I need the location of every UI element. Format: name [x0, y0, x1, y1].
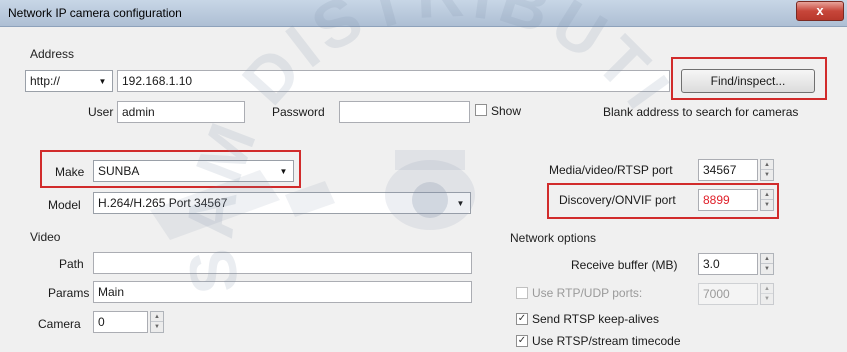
keepalive-checkbox[interactable]: ✓	[516, 313, 528, 325]
rtp-udp-checkbox[interactable]	[516, 287, 528, 299]
receive-buffer-value: 3.0	[703, 257, 720, 271]
checkmark-icon: ✓	[517, 313, 527, 324]
highlight-onvif-port	[547, 183, 779, 219]
chevron-down-icon: ▼	[456, 198, 465, 208]
camera-input[interactable]: 0	[93, 311, 148, 333]
down-arrow-icon[interactable]: ▼	[761, 294, 773, 304]
password-input[interactable]	[339, 101, 470, 123]
model-select[interactable]: H.264/H.265 Port 34567 ▼	[93, 192, 471, 214]
up-arrow-icon[interactable]: ▲	[151, 312, 163, 322]
protocol-value: http://	[30, 74, 61, 88]
camera-label: Camera	[38, 317, 81, 331]
address-section-label: Address	[30, 47, 75, 61]
video-section-label: Video	[30, 230, 61, 244]
down-arrow-icon[interactable]: ▼	[761, 170, 773, 180]
model-value: H.264/H.265 Port 34567	[98, 196, 228, 210]
user-value: admin	[122, 105, 155, 119]
show-password-checkbox[interactable]	[475, 104, 487, 116]
keepalive-label: Send RTSP keep-alives	[532, 312, 659, 326]
camera-value: 0	[98, 315, 105, 329]
show-label: Show	[491, 104, 522, 118]
params-label: Params	[48, 286, 90, 300]
dialog-body: Address http:// ▼ 192.168.1.10 Find/insp…	[0, 27, 847, 352]
highlight-find-button	[671, 57, 827, 100]
receive-buffer-input[interactable]: 3.0	[698, 253, 758, 275]
rtsp-port-stepper[interactable]: ▲ ▼	[760, 159, 774, 181]
rtsp-port-input[interactable]: 34567	[698, 159, 758, 181]
rtsp-port-label: Media/video/RTSP port	[549, 163, 673, 177]
params-value: Main	[98, 285, 125, 299]
up-arrow-icon[interactable]: ▲	[761, 254, 773, 264]
timecode-checkbox[interactable]: ✓	[516, 335, 528, 347]
model-label: Model	[48, 198, 81, 212]
close-icon: x	[816, 3, 824, 18]
receive-buffer-label: Receive buffer (MB)	[571, 258, 678, 272]
camera-stepper[interactable]: ▲ ▼	[150, 311, 164, 333]
address-hint: Blank address to search for cameras	[603, 105, 799, 119]
chevron-down-icon: ▼	[98, 76, 107, 86]
rtp-udp-label: Use RTP/UDP ports:	[532, 286, 643, 300]
highlight-make	[40, 150, 301, 188]
close-button[interactable]: x	[796, 1, 844, 21]
rtp-udp-port-input[interactable]: 7000	[698, 283, 758, 305]
down-arrow-icon[interactable]: ▼	[151, 322, 163, 332]
params-input[interactable]: Main	[93, 281, 472, 303]
protocol-select[interactable]: http:// ▼	[25, 70, 113, 92]
window-title: Network IP camera configuration	[8, 6, 182, 20]
rtsp-port-value: 34567	[703, 163, 737, 177]
timecode-label: Use RTSP/stream timecode	[532, 334, 681, 348]
address-value: 192.168.1.10	[122, 74, 193, 88]
receive-buffer-stepper[interactable]: ▲ ▼	[760, 253, 774, 275]
down-arrow-icon[interactable]: ▼	[761, 264, 773, 274]
password-label: Password	[272, 105, 325, 119]
up-arrow-icon[interactable]: ▲	[761, 284, 773, 294]
up-arrow-icon[interactable]: ▲	[761, 160, 773, 170]
rtp-udp-port-stepper[interactable]: ▲ ▼	[760, 283, 774, 305]
path-input[interactable]	[93, 252, 472, 274]
user-input[interactable]: admin	[117, 101, 245, 123]
address-input[interactable]: 192.168.1.10	[117, 70, 670, 92]
rtp-udp-port-value: 7000	[703, 287, 730, 301]
user-label: User	[88, 105, 114, 119]
title-bar: Network IP camera configuration x	[0, 0, 847, 27]
path-label: Path	[59, 257, 84, 271]
checkmark-icon: ✓	[517, 335, 527, 346]
network-section-label: Network options	[510, 231, 597, 245]
